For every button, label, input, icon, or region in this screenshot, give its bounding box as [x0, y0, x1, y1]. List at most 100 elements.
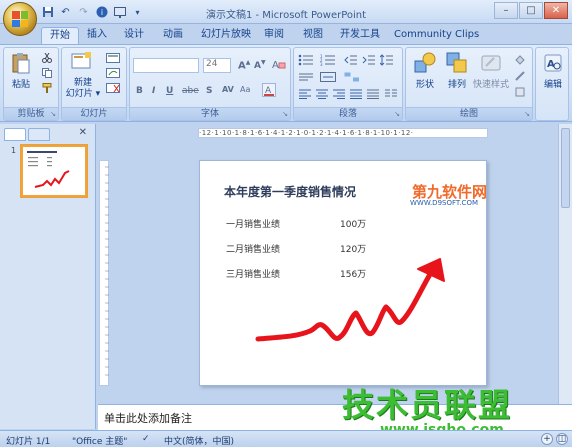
numbering-icon[interactable]: 123	[320, 54, 336, 69]
tab-outline[interactable]	[28, 128, 50, 141]
shapes-icon[interactable]	[414, 52, 436, 77]
tab-community-clips[interactable]: Community Clips	[394, 27, 479, 44]
shrink-font-icon[interactable]: A▼	[254, 59, 266, 71]
group-paragraph: 123 段落 ↘	[293, 47, 403, 121]
tab-slideshow[interactable]: 幻灯片放映	[201, 27, 251, 44]
svg-text:3: 3	[320, 62, 323, 66]
cut-icon[interactable]	[42, 52, 52, 66]
justify-icon[interactable]	[349, 89, 363, 102]
align-center-icon[interactable]	[315, 89, 329, 102]
status-slide-info: 幻灯片 1/1	[6, 437, 51, 447]
align-text-icon[interactable]	[320, 72, 336, 85]
slide-thumbnail[interactable]	[21, 145, 87, 197]
text-direction-icon[interactable]	[298, 72, 314, 85]
group-clipboard: 粘贴 剪贴板 ↘	[3, 47, 59, 121]
shape-fill-icon[interactable]	[514, 54, 526, 69]
shapes-button[interactable]: 形状	[410, 80, 440, 91]
smartart-icon[interactable]	[344, 72, 360, 85]
columns-icon[interactable]	[384, 89, 398, 102]
watermark-bottom-logo: 技术员联盟	[342, 386, 513, 424]
slides-pane: ✕ 1	[0, 124, 96, 429]
minimize-icon[interactable]: –	[494, 2, 518, 19]
group-label-slides: 幻灯片	[62, 107, 126, 120]
office-button[interactable]	[3, 2, 37, 36]
zoom-in-icon[interactable]: +	[541, 433, 553, 445]
tab-design[interactable]: 设计	[124, 27, 144, 44]
font-size-dropdown[interactable]: 24	[203, 58, 231, 73]
delete-slide-icon[interactable]	[106, 83, 120, 96]
bullets-icon[interactable]	[298, 54, 314, 69]
reset-icon[interactable]	[106, 68, 120, 81]
pane-tabs	[4, 128, 50, 142]
status-theme[interactable]: "Office 主题"	[72, 434, 127, 447]
layout-icon[interactable]	[106, 53, 120, 66]
window-controls: – □ ✕	[494, 2, 568, 19]
format-painter-icon[interactable]	[42, 83, 52, 96]
svg-text:A: A	[547, 59, 555, 70]
strikethrough-icon[interactable]: abe	[182, 86, 199, 96]
clear-format-icon[interactable]: A	[272, 58, 286, 73]
align-right-icon[interactable]	[332, 89, 346, 102]
arrange-icon[interactable]	[446, 52, 468, 77]
underline-icon[interactable]: U	[166, 86, 173, 96]
paste-button[interactable]: 粘贴	[8, 80, 34, 91]
paste-icon[interactable]	[12, 52, 30, 77]
group-drawing: 形状 排列 快速样式 绘图 ↘	[405, 47, 533, 121]
watermark-site-url: WWW.D9SOFT.COM	[410, 199, 478, 207]
align-left-icon[interactable]	[298, 89, 312, 102]
shape-effects-icon[interactable]	[514, 86, 526, 101]
change-case-icon[interactable]: Aa	[240, 85, 250, 94]
tab-insert[interactable]: 插入	[87, 27, 107, 44]
slide-thumbnail-preview	[27, 151, 70, 188]
quick-styles-button[interactable]: 快速样式	[468, 80, 514, 91]
line-spacing-icon[interactable]	[379, 54, 394, 69]
italic-icon[interactable]: I	[152, 86, 155, 96]
increase-indent-icon[interactable]	[362, 54, 376, 69]
pane-close-icon[interactable]: ✕	[79, 127, 87, 138]
vertical-ruler	[99, 160, 109, 386]
editing-button[interactable]: 编辑	[538, 80, 568, 91]
scrollbar-thumb[interactable]	[561, 128, 570, 208]
tab-slides-thumbnails[interactable]	[4, 128, 26, 141]
tab-animation[interactable]: 动画	[163, 27, 183, 44]
group-label-drawing: 绘图	[406, 107, 532, 120]
tab-developer[interactable]: 开发工具	[340, 27, 380, 44]
quick-styles-icon[interactable]	[480, 52, 502, 77]
tab-home[interactable]: 开始	[41, 27, 79, 44]
bold-icon[interactable]: B	[136, 86, 143, 96]
distributed-icon[interactable]	[366, 89, 380, 102]
tab-view[interactable]: 视图	[303, 27, 323, 44]
decrease-indent-icon[interactable]	[344, 54, 358, 69]
fit-window-icon[interactable]: ◫	[556, 433, 568, 445]
vertical-scrollbar[interactable]	[558, 124, 572, 404]
drawing-launcher-icon[interactable]: ↘	[524, 110, 530, 118]
horizontal-ruler: ·12·1·10·1·8·1·6·1·4·1·2·1·0·1·2·1·4·1·6…	[198, 128, 488, 138]
font-launcher-icon[interactable]: ↘	[282, 110, 288, 118]
zoom-controls: + ◫	[541, 433, 568, 445]
copy-icon[interactable]	[42, 68, 52, 81]
new-slide-button[interactable]: 新建 幻灯片 ▾	[64, 78, 102, 100]
clipboard-launcher-icon[interactable]: ↘	[50, 110, 56, 118]
paragraph-launcher-icon[interactable]: ↘	[394, 110, 400, 118]
maximize-icon[interactable]: □	[519, 2, 543, 19]
shape-outline-icon[interactable]	[514, 70, 526, 85]
font-name-dropdown[interactable]	[133, 58, 199, 73]
office-logo-icon	[12, 11, 28, 27]
group-font: 24 A▲ A▼ A B I U abe S AV Aa A 字体 ↘	[129, 47, 291, 121]
new-slide-icon[interactable]	[71, 52, 93, 75]
status-bar: 幻灯片 1/1 "Office 主题" ✓ 中文(简体，中国) + ◫	[0, 430, 572, 447]
slide-number: 1	[11, 146, 17, 155]
editing-icon[interactable]: A	[544, 54, 562, 75]
tab-review[interactable]: 审阅	[264, 27, 284, 44]
grow-font-icon[interactable]: A▲	[238, 59, 250, 71]
char-spacing-icon[interactable]: AV	[222, 85, 234, 94]
title-bar: ↶ ↷ i ▾ 演示文稿1 - Microsoft PowerPoint – □…	[0, 0, 572, 24]
shadow-icon[interactable]: S	[206, 86, 212, 96]
status-language[interactable]: 中文(简体，中国)	[164, 434, 234, 447]
close-icon[interactable]: ✕	[544, 2, 568, 19]
font-color-icon[interactable]: A	[262, 83, 276, 100]
window-title: 演示文稿1 - Microsoft PowerPoint	[205, 10, 367, 21]
group-label-paragraph: 段落	[294, 107, 402, 120]
svg-text:A: A	[272, 60, 279, 70]
spellcheck-icon[interactable]: ✓	[142, 434, 150, 444]
